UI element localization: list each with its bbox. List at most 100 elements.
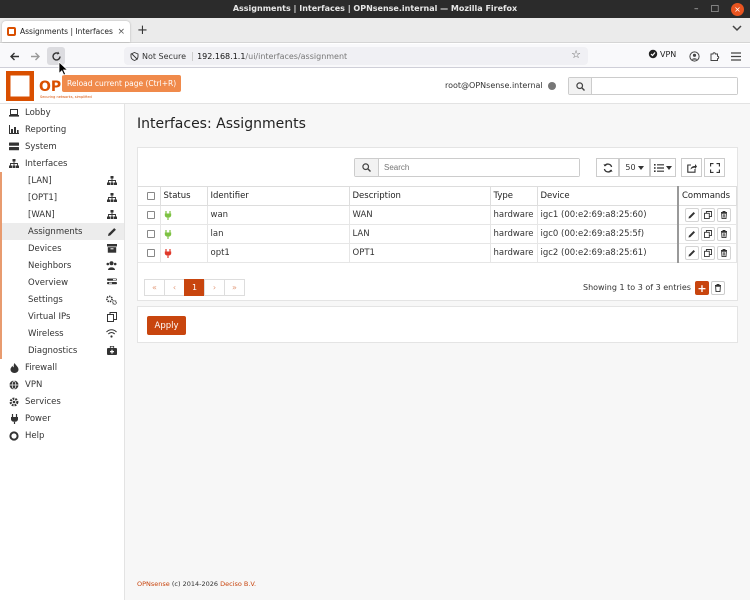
trash-icon (721, 211, 727, 219)
select-all-checkbox[interactable] (147, 192, 155, 200)
pager-last-button[interactable]: » (224, 279, 245, 296)
clone-button[interactable] (701, 227, 715, 241)
url-bar[interactable]: Not Secure 192.168.1.1/ui/interfaces/ass… (124, 47, 588, 65)
medkit-icon (106, 345, 117, 356)
footer-company-link[interactable]: Deciso B.V. (220, 580, 256, 588)
extensions-icon[interactable] (707, 49, 721, 63)
minimize-button[interactable]: – (694, 0, 699, 18)
sidebar-subitem-opt1[interactable]: [OPT1] (0, 189, 124, 206)
apply-button[interactable]: Apply (147, 316, 186, 335)
sidebar-subitem-label: Neighbors (28, 260, 72, 271)
sidebar-subitem-devices[interactable]: Devices (0, 240, 124, 257)
sidebar-subitem-neighbors[interactable]: Neighbors (0, 257, 124, 274)
header-search-button[interactable] (569, 78, 592, 94)
edit-button[interactable] (685, 208, 699, 222)
new-tab-button[interactable]: + (137, 23, 148, 38)
fullscreen-button[interactable] (704, 158, 725, 177)
column-header-description[interactable]: Description (349, 186, 491, 206)
delete-button[interactable] (717, 208, 731, 222)
system-status-icon[interactable] (548, 82, 556, 90)
sidebar-item-reporting[interactable]: Reporting (0, 121, 124, 138)
sidebar-subitem-lan[interactable]: [LAN] (0, 172, 124, 189)
close-window-button[interactable]: × (731, 2, 744, 16)
plug-status-icon (164, 229, 171, 239)
sidebar-subitem-virtual-ips[interactable]: Virtual IPs (0, 308, 124, 325)
pager-prev-button[interactable]: ‹ (164, 279, 185, 296)
window-controls: – □ × (694, 0, 744, 18)
column-header-type[interactable]: Type (490, 186, 538, 206)
sidebar-subitem-diagnostics[interactable]: Diagnostics (0, 342, 124, 359)
sidebar-subitem-overview[interactable]: Overview (0, 274, 124, 291)
tab-close-icon[interactable]: × (117, 27, 125, 37)
arrow-right-icon (30, 52, 40, 60)
sidebar-subitem-settings[interactable]: Settings (0, 291, 124, 308)
forward-button[interactable] (26, 47, 44, 65)
vpn-button[interactable]: VPN (648, 49, 676, 59)
edit-button[interactable] (685, 246, 699, 260)
add-button[interactable]: + (695, 281, 709, 295)
plug-icon (8, 413, 20, 424)
sidebar-item-interfaces[interactable]: Interfaces (0, 155, 124, 172)
copy-icon (106, 311, 117, 322)
header-search-input[interactable] (592, 78, 737, 94)
main-content: Interfaces: Assignments 50 (125, 104, 750, 600)
assignments-table: Status Identifier Description Type Devic… (138, 186, 737, 263)
grid-search-button[interactable] (355, 159, 379, 176)
row-checkbox[interactable] (147, 211, 155, 219)
grid-search-input[interactable] (379, 159, 579, 176)
app-menu-icon[interactable] (729, 49, 743, 63)
sidebar-item-lobby[interactable]: Lobby (0, 104, 124, 121)
wifi-icon (106, 328, 117, 339)
export-button[interactable] (681, 158, 702, 177)
table-row[interactable]: opt1 OPT1 hardware igc2 (00:e2:69:a8:25:… (138, 243, 737, 263)
column-header-identifier[interactable]: Identifier (207, 186, 350, 206)
grid-search (354, 158, 580, 177)
sidebar-subitem-label: Settings (28, 294, 63, 305)
back-button[interactable] (5, 47, 23, 65)
edit-button[interactable] (685, 227, 699, 241)
pager-page-1[interactable]: 1 (184, 279, 205, 296)
sidebar-item-vpn[interactable]: VPN (0, 376, 124, 393)
footer-product-link[interactable]: OPNsense (137, 580, 170, 588)
table-row[interactable]: wan WAN hardware igc1 (00:e2:69:a8:25:60… (138, 205, 737, 225)
page-size-dropdown[interactable]: 50 (619, 158, 650, 177)
column-header-device[interactable]: Device (537, 186, 679, 206)
row-checkbox[interactable] (147, 230, 155, 238)
sidebar-subitem-wireless[interactable]: Wireless (0, 325, 124, 342)
row-checkbox[interactable] (147, 249, 155, 257)
sidebar-item-power[interactable]: Power (0, 410, 124, 427)
sidebar-item-system[interactable]: System (0, 138, 124, 155)
sidebar-subitem-wan[interactable]: [WAN] (0, 206, 124, 223)
column-selection-dropdown[interactable] (650, 158, 676, 177)
gear-icon (8, 397, 20, 407)
shield-warning-icon (130, 51, 139, 61)
lifebuoy-icon (8, 430, 20, 441)
identifier-cell: wan (207, 205, 350, 225)
bookmark-star-icon[interactable]: ☆ (571, 48, 581, 61)
pager-first-button[interactable]: « (144, 279, 165, 296)
sidebar-item-services[interactable]: Services (0, 393, 124, 410)
delete-selected-button[interactable] (711, 281, 725, 295)
status-cell (160, 224, 208, 244)
clone-button[interactable] (701, 246, 715, 260)
sidebar-subitem-assignments[interactable]: Assignments (0, 223, 124, 240)
browser-tab[interactable]: Assignments | Interfaces | C × (2, 21, 130, 42)
site-security-indicator[interactable]: Not Secure (130, 51, 194, 61)
pager-next-button[interactable]: › (204, 279, 225, 296)
pencil-icon (688, 250, 695, 257)
refresh-button[interactable] (596, 158, 619, 177)
sidebar-item-firewall[interactable]: Firewall (0, 359, 124, 376)
maximize-button[interactable]: □ (710, 0, 719, 18)
delete-button[interactable] (717, 246, 731, 260)
device-cell: igc1 (00:e2:69:a8:25:60) (537, 205, 679, 225)
sitemap-icon (8, 159, 20, 168)
sidebar-item-help[interactable]: Help (0, 427, 124, 444)
logged-in-user[interactable]: root@OPNsense.internal (445, 81, 543, 90)
column-header-status[interactable]: Status (160, 186, 208, 206)
account-icon[interactable] (687, 49, 701, 63)
delete-button[interactable] (717, 227, 731, 241)
table-row[interactable]: lan LAN hardware igc0 (00:e2:69:a8:25:5f… (138, 224, 737, 244)
clone-button[interactable] (701, 208, 715, 222)
list-all-tabs-icon[interactable] (732, 24, 742, 32)
opnsense-logo-icon (6, 71, 34, 101)
